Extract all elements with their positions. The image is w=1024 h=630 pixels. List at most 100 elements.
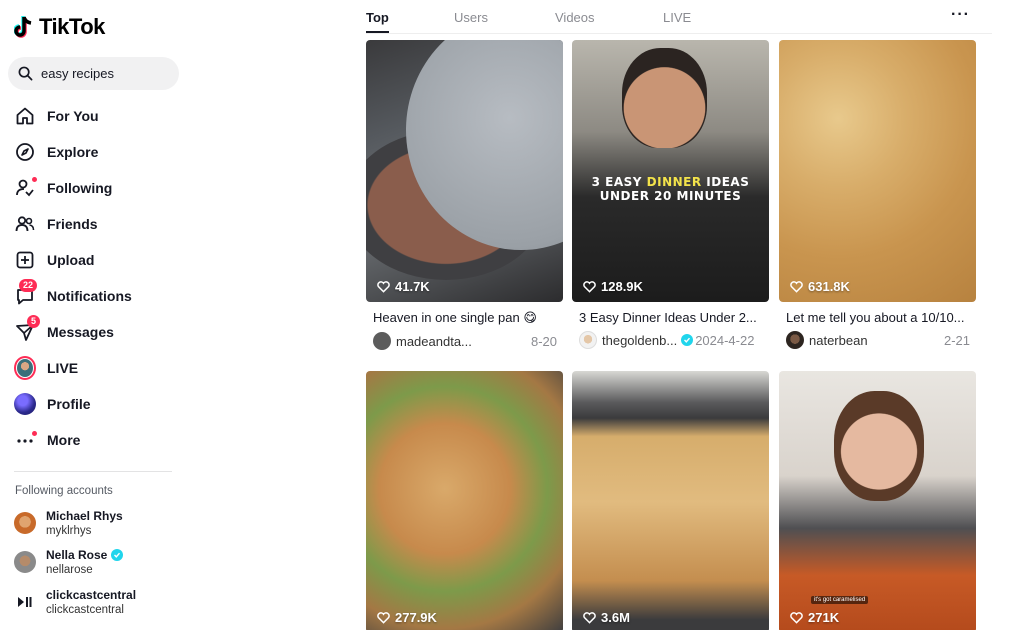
video-thumbnail[interactable]: 3.6M bbox=[572, 371, 769, 630]
tab-live[interactable]: LIVE bbox=[663, 10, 691, 25]
account-username: clickcastcentral bbox=[46, 604, 124, 616]
tab-videos[interactable]: Videos bbox=[555, 10, 595, 25]
heart-icon bbox=[790, 280, 803, 293]
tab-users[interactable]: Users bbox=[454, 10, 488, 25]
live-avatar bbox=[14, 356, 36, 380]
verified-icon bbox=[681, 334, 694, 346]
likes-count: 271K bbox=[808, 610, 840, 625]
more-options-icon[interactable]: ··· bbox=[951, 6, 970, 24]
heart-icon bbox=[583, 280, 596, 293]
video-date: 2-21 bbox=[943, 332, 970, 348]
video-card[interactable]: 3 EASY DINNER IDEAS UNDER 20 MINUTES 128… bbox=[572, 40, 769, 350]
video-thumbnail[interactable]: it's got caramelised 271K bbox=[779, 371, 976, 630]
profile-avatar bbox=[14, 393, 36, 415]
likes-counter: 277.9K bbox=[377, 610, 437, 625]
account-avatar bbox=[14, 551, 36, 573]
tab-top[interactable]: Top bbox=[366, 10, 389, 25]
video-overlay-text: 3 EASY DINNER IDEAS UNDER 20 MINUTES bbox=[572, 175, 769, 203]
video-caption[interactable]: Heaven in one single pan 😋 bbox=[366, 310, 563, 326]
video-card[interactable]: 3.6M bbox=[572, 371, 769, 630]
nav-for-you[interactable]: For You bbox=[0, 98, 190, 134]
account-username: myklrhys bbox=[46, 525, 92, 537]
video-overlay-small: it's got caramelised bbox=[811, 596, 869, 604]
video-thumbnail[interactable]: 631.8K bbox=[779, 40, 976, 302]
video-thumbnail[interactable]: 277.9K bbox=[366, 371, 563, 630]
account-name: Nella Rose bbox=[46, 548, 108, 562]
account-avatar bbox=[14, 512, 36, 534]
nav-friends[interactable]: Friends bbox=[0, 206, 190, 242]
heart-icon bbox=[790, 611, 803, 624]
nav-following[interactable]: Following bbox=[0, 170, 190, 206]
creator-username[interactable]: naterbean bbox=[809, 333, 868, 348]
upload-icon bbox=[14, 249, 36, 271]
nav-more[interactable]: More bbox=[0, 422, 190, 458]
following-account[interactable]: Nella Rose nellarose bbox=[14, 548, 124, 576]
following-account[interactable]: clickcastcentral clickcastcentral bbox=[14, 588, 136, 616]
heart-icon bbox=[377, 611, 390, 624]
search-input[interactable]: easy recipes bbox=[8, 57, 179, 90]
following-icon bbox=[14, 177, 37, 199]
creator-username[interactable]: madeandta... bbox=[396, 334, 472, 349]
creator-avatar[interactable] bbox=[373, 332, 391, 350]
nav-notifications[interactable]: 22 Notifications bbox=[0, 278, 190, 314]
likes-counter: 41.7K bbox=[377, 279, 430, 294]
video-card[interactable]: 41.7K Heaven in one single pan 😋 madeand… bbox=[366, 40, 563, 351]
likes-count: 41.7K bbox=[395, 279, 430, 294]
search-tabs: Top Users Videos LIVE ··· bbox=[366, 0, 992, 34]
nav-messages[interactable]: 5 Messages bbox=[0, 314, 190, 350]
nav-label: Following bbox=[47, 180, 113, 196]
app-name: TikTok bbox=[39, 14, 105, 39]
verified-icon bbox=[111, 549, 124, 561]
likes-count: 277.9K bbox=[395, 610, 437, 625]
likes-counter: 3.6M bbox=[583, 610, 630, 625]
following-accounts-title: Following accounts bbox=[15, 485, 113, 497]
video-card[interactable]: 631.8K Let me tell you about a 10/10... … bbox=[779, 40, 976, 350]
home-icon bbox=[14, 105, 36, 127]
creator-username[interactable]: thegoldenb... bbox=[602, 333, 677, 348]
following-dot bbox=[32, 177, 37, 182]
messages-badge: 5 bbox=[27, 315, 41, 328]
video-thumbnail[interactable]: 41.7K bbox=[366, 40, 563, 302]
video-caption[interactable]: 3 Easy Dinner Ideas Under 2... bbox=[572, 310, 769, 325]
video-card[interactable]: it's got caramelised 271K bbox=[779, 371, 976, 630]
creator-avatar[interactable] bbox=[786, 331, 804, 349]
following-account[interactable]: Michael Rhys myklrhys bbox=[14, 509, 123, 537]
account-name: clickcastcentral bbox=[46, 588, 137, 602]
more-dot bbox=[32, 431, 37, 436]
nav-label: More bbox=[47, 432, 81, 448]
video-date: 8-20 bbox=[530, 333, 557, 349]
person-head-image bbox=[622, 48, 707, 148]
overlay-text-part: IDEAS bbox=[701, 175, 750, 189]
nav-label: Friends bbox=[47, 216, 98, 232]
person-head-image bbox=[834, 391, 924, 501]
nav-live[interactable]: LIVE bbox=[0, 350, 190, 386]
notifications-badge: 22 bbox=[19, 279, 38, 292]
sidebar-divider bbox=[14, 471, 172, 472]
nav-label: Notifications bbox=[47, 288, 132, 304]
nav-label: Explore bbox=[47, 144, 99, 160]
creator-avatar[interactable] bbox=[579, 331, 597, 349]
video-date: 2024-4-22 bbox=[695, 332, 755, 348]
video-thumbnail[interactable]: 3 EASY DINNER IDEAS UNDER 20 MINUTES 128… bbox=[572, 40, 769, 302]
active-tab-indicator bbox=[366, 31, 389, 33]
more-icon bbox=[14, 429, 37, 451]
likes-counter: 271K bbox=[790, 610, 839, 625]
overlay-line-1: 3 EASY DINNER IDEAS bbox=[572, 175, 769, 189]
main-nav: For You Explore Following Friends Upload… bbox=[0, 98, 190, 458]
video-card[interactable]: 277.9K bbox=[366, 371, 563, 630]
nav-label: For You bbox=[47, 108, 99, 124]
overlay-line-2: UNDER 20 MINUTES bbox=[599, 189, 742, 203]
likes-count: 3.6M bbox=[601, 610, 630, 625]
video-caption[interactable]: Let me tell you about a 10/10... bbox=[779, 310, 976, 325]
nav-profile[interactable]: Profile bbox=[0, 386, 190, 422]
notifications-icon: 22 bbox=[14, 279, 38, 307]
nav-explore[interactable]: Explore bbox=[0, 134, 190, 170]
tiktok-logo[interactable]: TikTok bbox=[14, 14, 105, 40]
play-pause-icon bbox=[14, 591, 36, 613]
messages-icon: 5 bbox=[14, 315, 41, 343]
overlay-highlight: DINNER bbox=[646, 175, 702, 189]
nav-label: Messages bbox=[47, 324, 114, 340]
nav-label: Profile bbox=[47, 396, 91, 412]
nav-label: LIVE bbox=[47, 360, 79, 376]
nav-upload[interactable]: Upload bbox=[0, 242, 190, 278]
